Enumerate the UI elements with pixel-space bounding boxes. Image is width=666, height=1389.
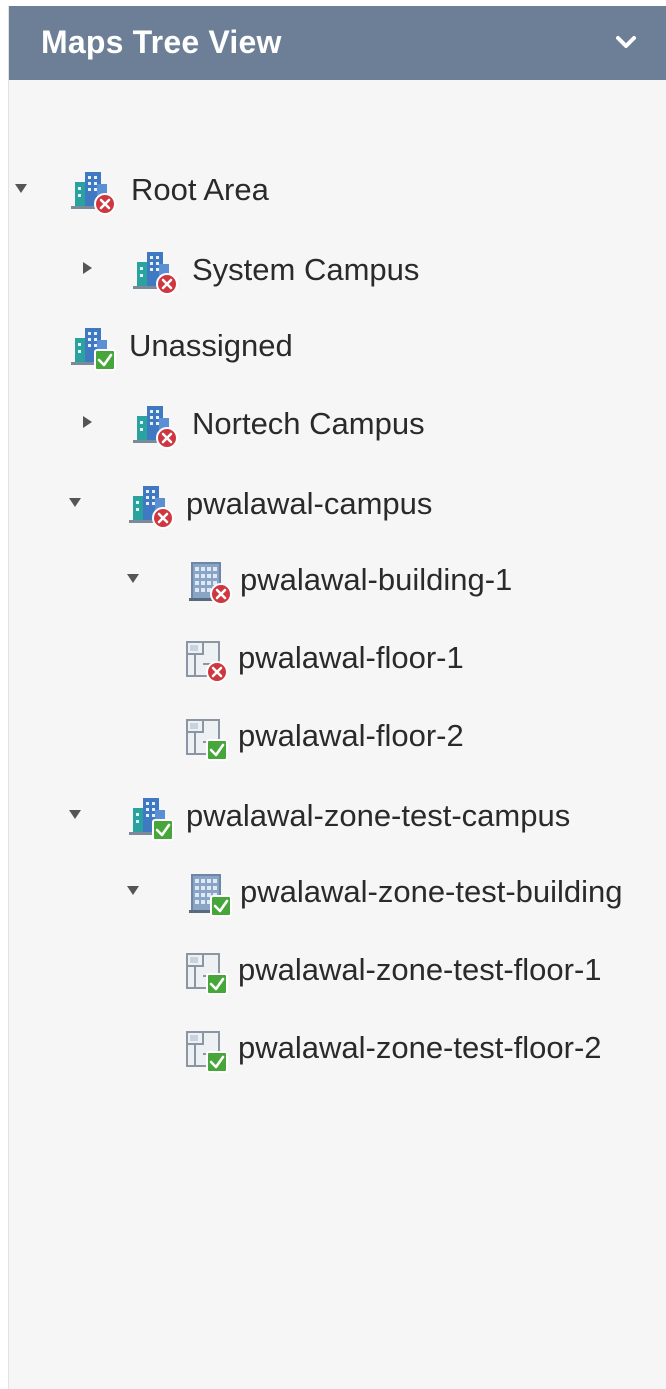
area-icon <box>127 794 175 842</box>
tree-node-pwalawal-zone-test-floor-2[interactable]: pwalawal-zone-test-floor-2 <box>9 1018 666 1078</box>
tree-node-label: pwalawal-floor-1 <box>238 640 464 675</box>
tree-node-label: pwalawal-zone-test-floor-2 <box>238 1030 602 1065</box>
tree-node-label: System Campus <box>192 252 420 287</box>
caret-down-icon[interactable] <box>67 494 83 510</box>
tree-node-label: Root Area <box>131 172 269 207</box>
tree-node-label: pwalawal-zone-test-building <box>240 874 623 909</box>
tree-node-pwalawal-floor-2[interactable]: pwalawal-floor-2 <box>9 706 666 766</box>
caret-down-icon[interactable] <box>125 882 141 898</box>
tree-node-label: pwalawal-zone-test-campus <box>186 798 571 833</box>
tree-node-label: pwalawal-campus <box>186 486 433 521</box>
building-icon <box>185 870 233 918</box>
floor-icon <box>181 714 229 762</box>
building-icon <box>185 558 233 606</box>
caret-down-icon[interactable] <box>67 806 83 822</box>
tree-node-label: pwalawal-zone-test-floor-1 <box>238 952 602 987</box>
chevron-down-icon[interactable] <box>615 34 637 50</box>
panel-header[interactable]: Maps Tree View <box>9 6 666 80</box>
panel-title: Maps Tree View <box>41 24 282 60</box>
tree-node-pwalawal-zone-test-building[interactable]: pwalawal-zone-test-building <box>9 862 666 922</box>
area-icon <box>69 324 117 372</box>
tree-node-unassigned[interactable]: Unassigned <box>9 316 666 376</box>
tree-node-nortech-campus[interactable]: Nortech Campus <box>9 394 666 454</box>
area-icon <box>131 402 179 450</box>
tree-node-pwalawal-zone-test-campus[interactable]: pwalawal-zone-test-campus <box>9 786 666 846</box>
tree-node-label: pwalawal-building-1 <box>240 562 513 597</box>
floor-icon <box>181 1026 229 1074</box>
floor-icon <box>181 948 229 996</box>
area-icon <box>127 482 175 530</box>
tree-node-label: Nortech Campus <box>192 406 425 441</box>
tree-node-label: pwalawal-floor-2 <box>238 718 464 753</box>
tree-node-pwalawal-campus[interactable]: pwalawal-campus <box>9 474 666 534</box>
caret-down-icon[interactable] <box>13 180 29 196</box>
tree-node-label: Unassigned <box>129 328 293 363</box>
tree-node-root-area[interactable]: Root Area <box>9 160 666 220</box>
caret-right-icon[interactable] <box>79 260 95 276</box>
caret-down-icon[interactable] <box>125 570 141 586</box>
tree-node-system-campus[interactable]: System Campus <box>9 240 666 300</box>
tree-node-pwalawal-building-1[interactable]: pwalawal-building-1 <box>9 550 666 610</box>
tree-node-pwalawal-zone-test-floor-1[interactable]: pwalawal-zone-test-floor-1 <box>9 940 666 1000</box>
caret-right-icon[interactable] <box>79 414 95 430</box>
area-icon <box>69 168 117 216</box>
floor-icon <box>181 636 229 684</box>
tree-node-pwalawal-floor-1[interactable]: pwalawal-floor-1 <box>9 628 666 688</box>
maps-tree-panel: Maps Tree View Root Area System Campus U… <box>8 6 666 1389</box>
area-icon <box>131 248 179 296</box>
